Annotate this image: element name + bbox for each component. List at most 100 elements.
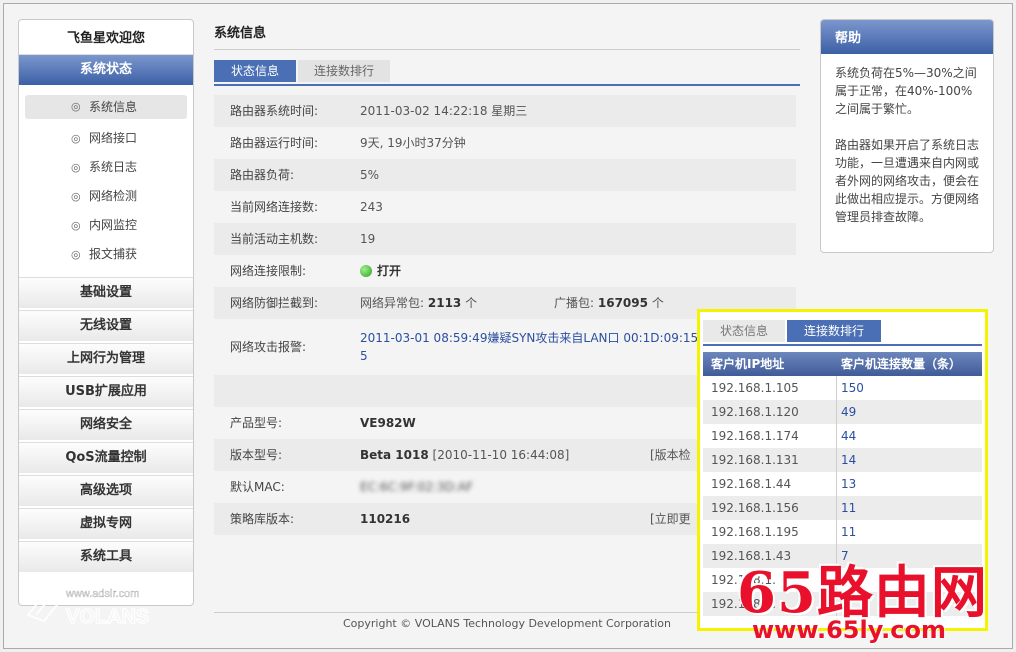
mac-value: EC:6C:9F:02:3D:AF [360,480,474,494]
client-ip: 192.168.1.156 [711,501,799,515]
connection-count: 150 [841,381,864,395]
sub-item-system-info[interactable]: ◎ 系统信息 [25,95,187,119]
client-ip: 192.168.1.120 [711,405,799,419]
row-label: 网络防御拦截到: [230,296,319,310]
row-value: 2011-03-02 14:22:18 星期三 [360,104,528,118]
update-now-link[interactable]: [立即更 [650,503,691,535]
broadcast-value: 广播包: 167095 个 [554,287,664,319]
page-title: 系统信息 [214,19,800,50]
watermark-url: www.65ly.com [752,616,947,644]
nav-section-vpn[interactable]: 虚拟专网 [19,508,193,539]
nav-section-system-tools[interactable]: 系统工具 [19,541,193,572]
policy-value: 110216 [360,512,411,526]
table-row: 192.168.1.156 11 [703,496,982,520]
table-row: 192.168.1.44 13 [703,472,982,496]
help-title: 帮助 [821,20,993,54]
nav-section-wireless[interactable]: 无线设置 [19,310,193,341]
sub-item-system-log[interactable]: ◎ 系统日志 [19,153,193,182]
header-client-ip: 客户机IP地址 [711,357,785,371]
table-row: 路由器负荷: 5% [214,159,796,191]
row-label: 网络攻击报警: [230,340,307,354]
radio-circle-icon: ◎ [71,132,81,145]
help-paragraph: 系统负荷在5%—30%之间属于正常，在40%-100%之间属于繁忙。 [835,66,977,116]
table-row: 192.168.1.174 44 [703,424,982,448]
version-check-link[interactable]: [版本检 [650,439,691,471]
table-row: 192.168.1.131 14 [703,448,982,472]
table-row: 192.168.1.120 49 [703,400,982,424]
client-ip: 192.168.1.44 [711,477,792,491]
nav-section-advanced[interactable]: 高级选项 [19,475,193,506]
radio-circle-icon: ◎ [71,100,81,113]
row-value: 243 [360,200,383,214]
help-paragraph: 路由器如果开启了系统日志功能，一旦遭遇来自内网或者外网的网络攻击，便会在此做出相… [835,138,980,224]
row-value: 19 [360,232,376,246]
connection-count: 14 [841,453,857,467]
limit-status: 打开 [377,264,402,278]
row-value: 网络异常包: 2113 个 [360,287,477,319]
row-value: 9天, 19小时37分钟 [360,136,466,150]
connection-count: 11 [841,501,857,515]
connection-count: 44 [841,429,857,443]
radio-circle-icon: ◎ [71,161,81,174]
sub-item-lan-monitor[interactable]: ◎ 内网监控 [19,211,193,240]
sub-item-packet-capture[interactable]: ◎ 报文捕获 [19,240,193,269]
sub-item-network-check[interactable]: ◎ 网络检测 [19,182,193,211]
row-label: 当前活动主机数: [230,232,319,246]
radio-circle-icon: ◎ [71,190,81,203]
abnormal-label: 网络异常包: [360,296,425,310]
broadcast-label: 广播包: [554,296,595,310]
status-on-icon [360,265,372,277]
connection-count: 49 [841,405,857,419]
row-value: VE982W [360,407,416,439]
row-label: 版本型号: [230,448,283,462]
broadcast-unit: 个 [651,296,664,310]
radio-circle-icon: ◎ [71,248,81,261]
row-label: 路由器系统时间: [230,104,319,118]
attack-line-1: 2011-03-01 08:59:49嫌疑SYN攻击来自LAN口 00:1D:0… [360,331,710,345]
welcome-banner: 飞鱼星欢迎您 [19,20,193,55]
tab-status-info[interactable]: 状态信息 [214,60,296,82]
table-row: 192.168.1.195 11 [703,520,982,544]
broadcast-count: 167095 [597,296,648,310]
row-label: 默认MAC: [230,480,285,494]
row-value: 5% [360,168,380,182]
nav-section-behavior-mgmt[interactable]: 上网行为管理 [19,343,193,374]
attack-line-2: 5 [360,349,368,363]
connection-count: 11 [841,525,857,539]
ranking-table-header: 客户机IP地址 客户机连接数量（条） [703,352,982,376]
row-value: 打开 [360,255,401,287]
row-label: 当前网络连接数: [230,200,319,214]
nav-section-qos[interactable]: QoS流量控制 [19,442,193,473]
tab-connection-ranking[interactable]: 连接数排行 [298,60,390,82]
sub-item-network-interface[interactable]: ◎ 网络接口 [19,124,193,153]
sidebar: 飞鱼星欢迎您 系统状态 ◎ 系统信息 ◎ 网络接口 ◎ 系统日志 ◎ 网络检测 ◎ 内网监… [18,19,194,606]
abnormal-unit: 个 [465,296,478,310]
help-body: 系统负荷在5%—30%之间属于正常，在40%-100%之间属于繁忙。 路由器如果… [821,54,993,226]
overlay-tab-connection-ranking[interactable]: 连接数排行 [787,320,881,342]
nav-section-basic-settings[interactable]: 基础设置 [19,277,193,308]
nav-section-usb[interactable]: USB扩展应用 [19,376,193,407]
overlay-tab-status-info[interactable]: 状态信息 [703,320,785,342]
version-date: [2010-11-10 16:44:08] [432,448,570,462]
table-row: 当前活动主机数: 19 [214,223,796,255]
tab-bar: 状态信息 连接数排行 [214,60,800,86]
row-label: 网络连接限制: [230,264,307,278]
row-label: 产品型号: [230,416,283,430]
table-row: 路由器运行时间: 9天, 19小时37分钟 [214,127,796,159]
row-label: 路由器运行时间: [230,136,319,150]
header-connection-count: 客户机连接数量（条） [841,357,962,371]
nav-section-system-status[interactable]: 系统状态 [19,55,193,85]
nav-section-security[interactable]: 网络安全 [19,409,193,440]
table-row: 路由器系统时间: 2011-03-02 14:22:18 星期三 [214,95,796,127]
submenu: ◎ 系统信息 ◎ 网络接口 ◎ 系统日志 ◎ 网络检测 ◎ 内网监控 ◎ 报文捕获 [19,85,193,277]
client-ip: 192.168.1.174 [711,429,799,443]
model-value: VE982W [360,416,416,430]
version-value: Beta 1018 [360,448,429,462]
row-value: 110216 [360,503,410,535]
row-label: 路由器负荷: [230,168,295,182]
table-row: 网络连接限制: 打开 [214,255,796,287]
table-row: 当前网络连接数: 243 [214,191,796,223]
logo-url: www.adslr.com [65,588,139,600]
row-label: 策略库版本: [230,512,295,526]
overlay-tab-bar: 状态信息 连接数排行 [703,318,982,346]
